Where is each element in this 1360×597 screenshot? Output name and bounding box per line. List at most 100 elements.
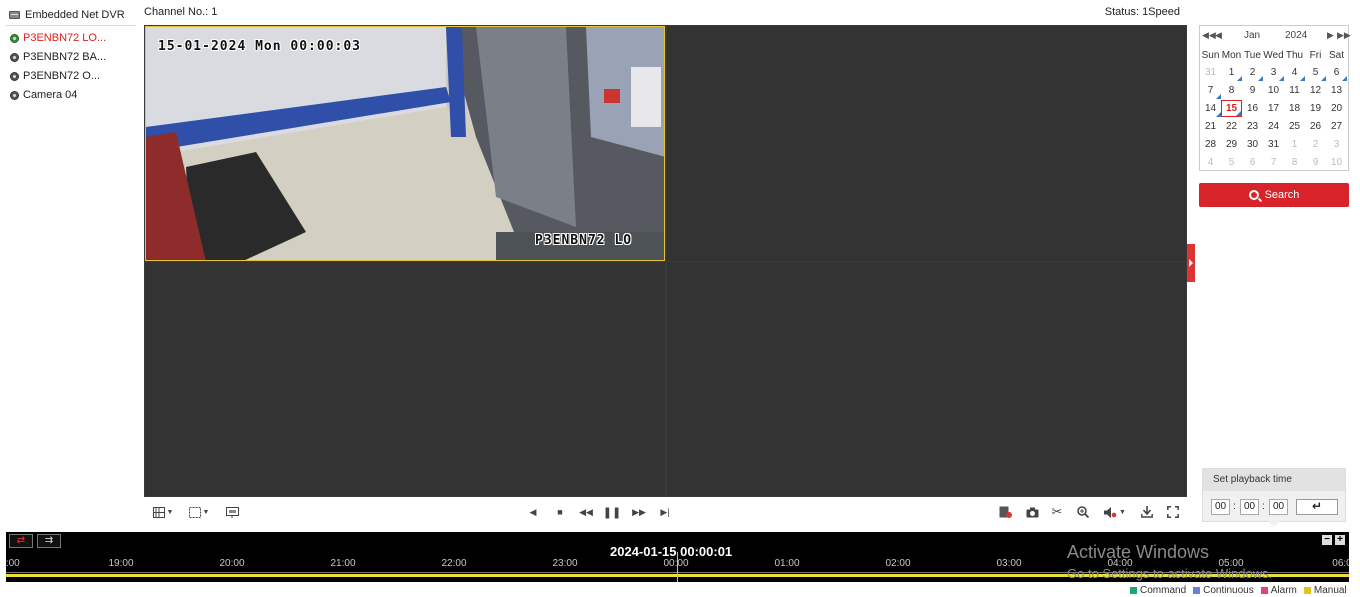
calendar-day[interactable]: 19 [1305, 100, 1326, 117]
timeline-tick-label: 20:00 [219, 558, 245, 569]
calendar-day[interactable]: 8 [1284, 154, 1305, 171]
collapse-panel-toggle[interactable] [1187, 244, 1195, 282]
calendar-day[interactable]: 3 [1326, 136, 1347, 153]
calendar-year[interactable]: 2024 [1285, 30, 1307, 41]
step-forward-button[interactable]: ▶| [658, 503, 672, 521]
calendar-day[interactable]: 13 [1326, 82, 1347, 99]
video-window-3[interactable] [145, 262, 665, 496]
calendar-day[interactable]: 27 [1326, 118, 1347, 135]
zoom-button[interactable] [1075, 503, 1091, 521]
calendar-day[interactable]: 15 [1221, 100, 1242, 117]
search-label: Search [1264, 189, 1300, 201]
fullscreen-button[interactable] [1165, 503, 1181, 521]
timeline[interactable]: ⇄ ⇉ 2024-01-15 00:00:01 8:00 19:00 20:00 21… [6, 532, 1349, 582]
calendar-day[interactable]: 31 [1263, 136, 1284, 153]
double-chevron-left-icon: ◀◀ [1202, 30, 1216, 40]
calendar-day[interactable]: 10 [1326, 154, 1347, 171]
calendar-day[interactable]: 20 [1326, 100, 1347, 117]
calendar-day[interactable]: 7 [1263, 154, 1284, 171]
calendar-day[interactable]: 1 [1284, 136, 1305, 153]
calendar-day[interactable]: 23 [1242, 118, 1263, 135]
calendar-day[interactable]: 24 [1263, 118, 1284, 135]
camera-label: P3ENBN72 LO... [23, 32, 107, 44]
prev-month-button[interactable]: ◀ [1215, 30, 1222, 41]
camera-item-2[interactable]: P3ENBN72 BA... [10, 50, 135, 64]
calendar-day[interactable]: 8 [1221, 82, 1242, 99]
calendar-day[interactable]: 14 [1200, 100, 1221, 117]
calendar-day[interactable]: 6 [1242, 154, 1263, 171]
calendar-day[interactable]: 10 [1263, 82, 1284, 99]
video-window-1[interactable]: 15-01-2024 Mon 00:00:03 P3ENBN72 LO [145, 26, 665, 261]
calendar-day[interactable]: 9 [1305, 154, 1326, 171]
search-button[interactable]: Search [1199, 183, 1349, 207]
sync-playback-button[interactable]: ⇄ [9, 534, 33, 548]
calendar-day[interactable]: 18 [1284, 100, 1305, 117]
calendar-day[interactable]: 17 [1263, 100, 1284, 117]
timeline-tick-label: 00:00 [663, 558, 689, 569]
video-window-2[interactable] [667, 26, 1186, 261]
timeline-zoom-out-button[interactable]: − [1322, 535, 1332, 545]
download-icon [1141, 506, 1153, 518]
download-button[interactable] [1139, 503, 1155, 521]
legend-item: Continuous [1193, 585, 1254, 596]
video-window-4[interactable] [667, 262, 1186, 496]
digital-zoom-button[interactable] [224, 503, 240, 521]
minute-input[interactable]: 00 [1240, 499, 1259, 515]
calendar-day[interactable]: 16 [1242, 100, 1263, 117]
calendar-day[interactable]: 28 [1200, 136, 1221, 153]
next-year-button[interactable]: ▶▶ [1337, 30, 1351, 41]
hour-input[interactable]: 00 [1211, 499, 1230, 515]
calendar-day[interactable]: 2 [1305, 136, 1326, 153]
calendar-day[interactable]: 2 [1242, 64, 1263, 81]
stop-button[interactable]: ■ [553, 503, 567, 521]
timeline-cursor[interactable] [677, 552, 678, 582]
weekday-header: Tue [1244, 50, 1261, 61]
calendar-month[interactable]: Jan [1244, 30, 1260, 41]
weekday-header: Mon [1221, 50, 1242, 61]
calendar-day[interactable]: 4 [1200, 154, 1221, 171]
activation-watermark-title: Activate Windows [1067, 542, 1210, 562]
calendar-day[interactable]: 29 [1221, 136, 1242, 153]
dvr-root-item[interactable]: Embedded Net DVR [9, 8, 137, 22]
cut-button[interactable]: ✂ [1049, 503, 1065, 521]
async-playback-button[interactable]: ⇉ [37, 534, 61, 548]
calendar-day[interactable]: 5 [1305, 64, 1326, 81]
calendar-day[interactable]: 21 [1200, 118, 1221, 135]
timeline-tick-label: 23:00 [552, 558, 578, 569]
calendar-day[interactable]: 3 [1263, 64, 1284, 81]
second-input[interactable]: 00 [1269, 499, 1288, 515]
go-to-time-button[interactable]: ↵ [1296, 499, 1338, 515]
calendar-day[interactable]: 4 [1284, 64, 1305, 81]
calendar-day[interactable]: 5 [1221, 154, 1242, 171]
camera-item-1[interactable]: P3ENBN72 LO... [10, 31, 135, 45]
calendar-day[interactable]: 7 [1200, 82, 1221, 99]
capture-button[interactable] [1024, 503, 1040, 521]
timeline-zoom-in-button[interactable]: + [1335, 535, 1345, 545]
camera-label: P3ENBN72 BA... [23, 51, 107, 63]
calendar-day[interactable]: 31 [1200, 64, 1221, 81]
legend-label: Command [1140, 584, 1187, 596]
audio-button[interactable]: ▼ [1101, 503, 1129, 521]
calendar-day[interactable]: 25 [1284, 118, 1305, 135]
calendar-day[interactable]: 11 [1284, 82, 1305, 99]
calendar-day[interactable]: 9 [1242, 82, 1263, 99]
calendar-day[interactable]: 12 [1305, 82, 1326, 99]
calendar-day[interactable]: 22 [1221, 118, 1242, 135]
clip-button[interactable] [997, 503, 1013, 521]
calendar-day[interactable]: 30 [1242, 136, 1263, 153]
timeline-tick-label: 06:0 [1332, 558, 1349, 569]
calendar-day[interactable]: 1 [1221, 64, 1242, 81]
calendar-day[interactable]: 6 [1326, 64, 1347, 81]
slow-forward-button[interactable]: ◀◀ [578, 503, 594, 521]
pause-button[interactable]: ❚❚ [603, 503, 621, 521]
calendar-day[interactable]: 26 [1305, 118, 1326, 135]
window-layout-button[interactable]: ▼ [149, 503, 177, 521]
step-back-button[interactable]: ◀ [526, 503, 540, 521]
camera-item-4[interactable]: Camera 04 [10, 88, 135, 102]
fast-forward-button[interactable]: ▶▶ [631, 503, 647, 521]
clip-icon [999, 506, 1012, 518]
camera-item-3[interactable]: P3ENBN72 O... [10, 69, 135, 83]
next-month-button[interactable]: ▶ [1327, 30, 1334, 41]
window-select-button[interactable]: ▼ [186, 503, 212, 521]
prev-year-button[interactable]: ◀◀ [1202, 30, 1216, 41]
